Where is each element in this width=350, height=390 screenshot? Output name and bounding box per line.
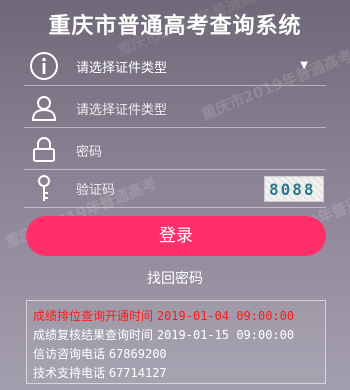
captcha-image[interactable]: 8088 (264, 176, 324, 202)
captcha-noise (265, 177, 323, 201)
notice-value: 67869200 (108, 347, 167, 361)
page-title: 重庆市普通高考查询系统 (48, 14, 302, 39)
chevron-down-icon: ▼ (300, 60, 308, 71)
id-number-placeholder: 请选择证件类型 (76, 103, 168, 118)
captcha-field[interactable]: 验证码 8088 (24, 168, 326, 208)
notice-panel: 成绩排位查询开通时间 2019-01-04 09:00:00 成绩复核结果查询时… (26, 300, 326, 384)
notice-label: 成绩排位查询开通时间 (33, 309, 154, 323)
user-icon (31, 96, 57, 121)
notice-line: 成绩排位查询开通时间 2019-01-04 09:00:00 (33, 307, 319, 326)
id-type-select[interactable]: 请选择证件类型 ▼ (24, 46, 326, 86)
lock-icon (33, 137, 55, 162)
notice-label: 技术支持电话 (33, 366, 106, 380)
id-type-select-value: 请选择证件类型 (76, 61, 168, 76)
notice-value: 67714127 (108, 366, 167, 380)
notice-label: 信访咨询电话 (33, 347, 106, 361)
login-button[interactable]: 登录 (26, 216, 326, 256)
info-icon (30, 52, 58, 80)
password-placeholder: 密码 (76, 145, 103, 160)
notice-line: 技术支持电话 67714127 (33, 364, 319, 383)
notice-label: 成绩复核结果查询时间 (33, 328, 154, 342)
key-icon (38, 175, 50, 201)
password-field[interactable]: 密码 (24, 130, 326, 170)
captcha-placeholder: 验证码 (76, 183, 116, 198)
notice-line: 信访咨询电话 67869200 (33, 345, 319, 364)
forgot-password-link[interactable]: 找回密码 (0, 268, 350, 288)
notice-line: 成绩复核结果查询时间 2019-01-15 09:00:00 (33, 326, 319, 345)
notice-value: 2019-01-15 09:00:00 (156, 328, 295, 342)
notice-value: 2019-01-04 09:00:00 (156, 309, 295, 323)
id-number-field[interactable]: 请选择证件类型 (24, 88, 326, 128)
